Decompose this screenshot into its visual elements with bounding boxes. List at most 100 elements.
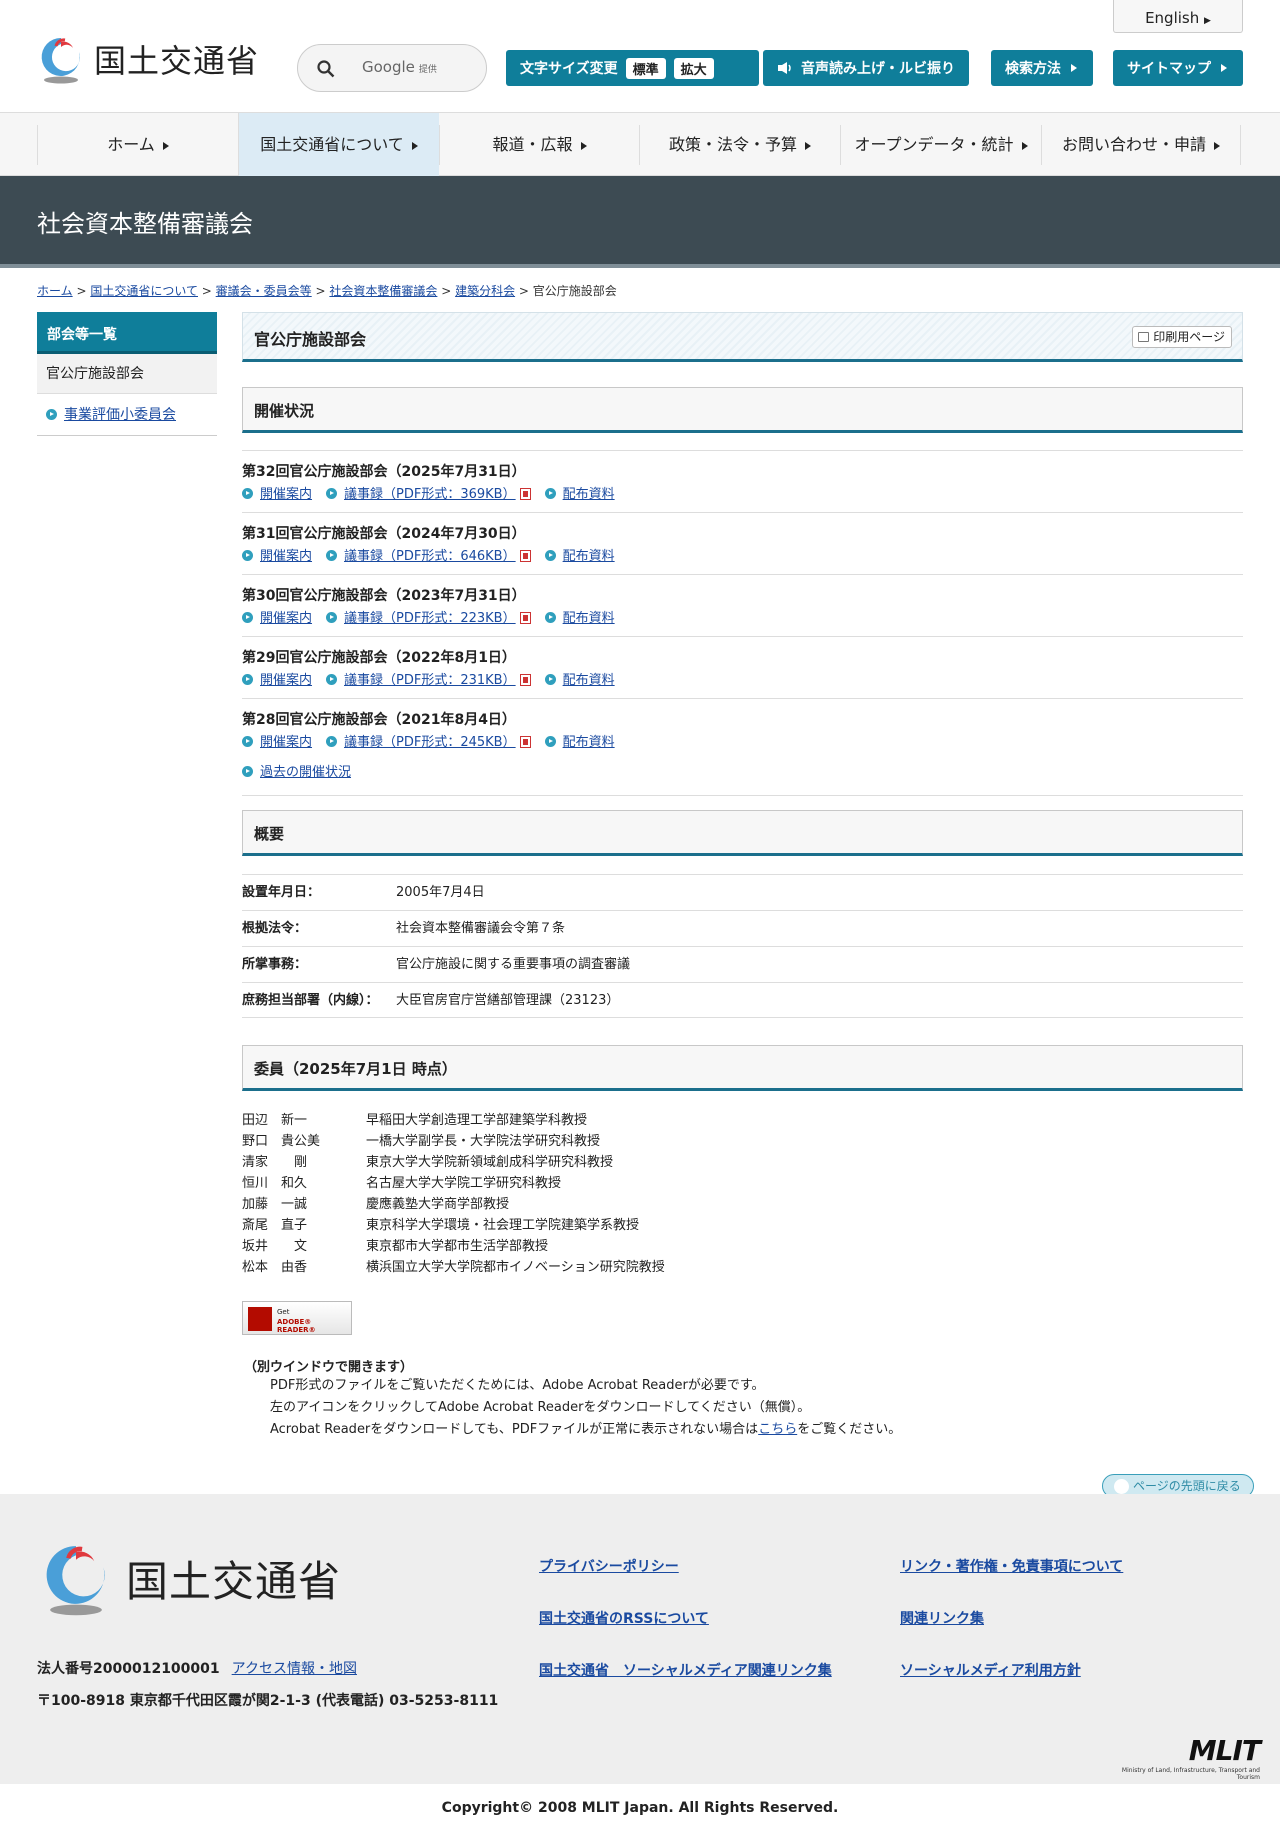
footer-logo[interactable]: 国土交通省 [38, 1536, 341, 1620]
bullet-arrow-icon [544, 550, 556, 561]
mlit-logo-text: MLIT [1188, 1734, 1261, 1767]
pdf-icon [519, 736, 531, 748]
status-heading-text: 開催状況 [254, 402, 315, 420]
overview-key: 庶務担当部署（内線）： [242, 993, 379, 1008]
pdf-note: （別ウインドウで開きます） PDF形式のファイルをご覧いただくためには、Adob… [242, 1356, 901, 1441]
meeting-guide-link[interactable]: 開催案内 [260, 735, 312, 750]
search-icon[interactable] [317, 60, 335, 78]
related-links-link[interactable]: 関連リンク集 [900, 1608, 984, 1628]
member-name: 田辺 新一 [242, 1113, 308, 1128]
meeting-materials-link[interactable]: 配布資料 [563, 735, 615, 750]
nav-opendata[interactable]: オープンデータ・統計 [840, 125, 1041, 165]
meeting-minutes-link[interactable]: 議事録（PDF形式：245KB） [344, 735, 516, 750]
member-role: 東京都市大学都市生活学部教授 [366, 1239, 549, 1254]
breadcrumb-link[interactable]: ホーム [37, 284, 73, 298]
bullet-arrow-icon [242, 736, 253, 747]
sidebar-item-evaluation[interactable]: 事業評価小委員会 [37, 394, 217, 436]
site-logo[interactable]: 国土交通省 [36, 32, 259, 86]
meeting-minutes-link[interactable]: 議事録（PDF形式：223KB） [344, 611, 516, 626]
adobe-reader-button[interactable]: Get ADOBE® READER® [242, 1301, 352, 1335]
bullet-arrow-icon [46, 409, 57, 420]
site-footer: 国土交通省 法人番号2000012100001 アクセス情報・地図 〒100-89… [0, 1494, 1280, 1784]
speech-ruby-button[interactable]: 音声読み上げ・ルビ振り [763, 50, 969, 86]
overview-value: 官公庁施設に関する重要事項の調査審議 [396, 957, 631, 972]
overview-value: 社会資本整備審議会令第７条 [396, 921, 566, 936]
breadcrumb-link[interactable]: 建築分科会 [455, 284, 515, 298]
privacy-policy-link[interactable]: プライバシーポリシー [539, 1556, 679, 1576]
section-title-band: 社会資本整備審議会 [0, 176, 1280, 268]
access-map-link[interactable]: アクセス情報・地図 [232, 1661, 357, 1677]
overview-heading-text: 概要 [254, 825, 285, 843]
nav-press[interactable]: 報道・広報 [439, 125, 639, 165]
speaker-icon [778, 62, 791, 74]
nav-home[interactable]: ホーム [37, 125, 238, 165]
member-name: 加藤 一誠 [242, 1197, 308, 1212]
meeting-title: 第30回官公庁施設部会（2023年7月31日） [242, 588, 526, 604]
font-size-large-button[interactable]: 拡大 [673, 57, 714, 79]
meeting-materials-link[interactable]: 配布資料 [563, 549, 615, 564]
bullet-arrow-icon [544, 612, 556, 623]
social-media-links-link[interactable]: 国土交通省 ソーシャルメディア関連リンク集 [539, 1660, 832, 1680]
footer-address: 〒100-8918 東京都千代田区霞が関2-1-3 (代表電話) 03-5253… [37, 1693, 499, 1709]
member-row: 清家 剛 東京大学大学院新領域創成科学研究科教授 [242, 1152, 665, 1173]
meeting-guide-link[interactable]: 開催案内 [260, 673, 312, 688]
member-row: 田辺 新一 早稲田大学創造理工学部建築学科教授 [242, 1110, 665, 1131]
meeting-guide-link[interactable]: 開催案内 [260, 549, 312, 564]
breadcrumb: ホーム > 国土交通省について > 審議会・委員会等 > 社会資本整備審議会 >… [37, 284, 617, 298]
rss-link[interactable]: 国土交通省のRSSについて [539, 1608, 709, 1628]
bullet-arrow-icon [326, 488, 338, 499]
sitemap-button[interactable]: サイトマップ [1113, 50, 1243, 86]
bullet-arrow-icon [326, 612, 338, 623]
past-meetings-link[interactable]: 過去の開催状況 [260, 765, 351, 780]
meeting-title: 第31回官公庁施設部会（2024年7月30日） [242, 526, 526, 542]
search-method-button[interactable]: 検索方法 [991, 50, 1093, 86]
sitemap-label: サイトマップ [1127, 61, 1211, 77]
meeting-materials-link[interactable]: 配布資料 [563, 673, 615, 688]
font-size-label: 文字サイズ変更 [520, 61, 618, 77]
breadcrumb-link[interactable]: 審議会・委員会等 [216, 284, 312, 298]
troubleshoot-link[interactable]: こちら [758, 1422, 797, 1437]
meeting-guide-link[interactable]: 開催案内 [260, 611, 312, 626]
nav-about[interactable]: 国土交通省について [238, 113, 439, 176]
arrow-right-icon [162, 141, 169, 150]
meeting-materials-link[interactable]: 配布資料 [563, 487, 615, 502]
member-row: 斎尾 直子 東京科学大学環境・社会理工学院建築学系教授 [242, 1215, 665, 1236]
breadcrumb-link[interactable]: 国土交通省について [90, 284, 198, 298]
overview-value: 2005年7月4日 [396, 885, 485, 900]
arrow-right-icon [580, 141, 587, 150]
sidebar-item-link[interactable]: 事業評価小委員会 [64, 407, 176, 423]
overview-key: 根拠法令： [242, 921, 308, 936]
mlit-logo-icon [41, 37, 80, 84]
overview-value: 大臣官房官庁営繕部管理課（23123） [396, 993, 620, 1008]
bullet-arrow-icon [544, 488, 556, 499]
pdf-icon [519, 488, 531, 500]
meeting-minutes-link[interactable]: 議事録（PDF形式：646KB） [344, 549, 516, 564]
member-row: 松本 由香 横浜国立大学大学院都市イノベーション研究院教授 [242, 1257, 665, 1278]
meeting-materials-link[interactable]: 配布資料 [563, 611, 615, 626]
page-title: 官公庁施設部会 [254, 330, 367, 349]
member-row: 坂井 文 東京都市大学都市生活学部教授 [242, 1236, 665, 1257]
copyright-disclaimer-link[interactable]: リンク・著作権・免責事項について [900, 1556, 1123, 1576]
nav-contact[interactable]: お問い合わせ・申請 [1041, 125, 1241, 165]
font-size-standard-button[interactable]: 標準 [625, 57, 666, 79]
meeting-item: 第31回官公庁施設部会（2024年7月30日） 開催案内 議事録（PDF形式：64… [242, 512, 1243, 574]
meeting-minutes-link[interactable]: 議事録（PDF形式：369KB） [344, 487, 516, 502]
search-input[interactable]: Google 提供 [297, 44, 487, 92]
english-button[interactable]: English ▶ [1113, 0, 1243, 33]
search-method-label: 検索方法 [1005, 61, 1061, 77]
section-title: 社会資本整備審議会 [37, 210, 253, 238]
meeting-guide-link[interactable]: 開催案内 [260, 487, 312, 502]
nav-policy[interactable]: 政策・法令・予算 [639, 125, 840, 165]
arrow-right-icon [805, 141, 811, 150]
overview-row: 根拠法令： 社会資本整備審議会令第７条 [242, 910, 1243, 946]
member-role: 名古屋大学大学院工学研究科教授 [366, 1176, 562, 1191]
meeting-item: 第29回官公庁施設部会（2022年8月1日） 開催案内 議事録（PDF形式：231… [242, 636, 1243, 698]
breadcrumb-link[interactable]: 社会資本整備審議会 [329, 284, 437, 298]
social-media-policy-link[interactable]: ソーシャルメディア利用方針 [900, 1660, 1081, 1680]
overview-key: 設置年月日： [242, 885, 321, 900]
meeting-minutes-link[interactable]: 議事録（PDF形式：231KB） [344, 673, 516, 688]
members-section-heading: 委員（2025年7月1日 時点） [242, 1045, 1243, 1091]
mlit-subtitle: Ministry of Land, Infrastructure, Transp… [1121, 1767, 1260, 1781]
note-heading: （別ウインドウで開きます） [244, 1360, 414, 1375]
print-page-button[interactable]: 印刷用ページ [1132, 326, 1232, 348]
